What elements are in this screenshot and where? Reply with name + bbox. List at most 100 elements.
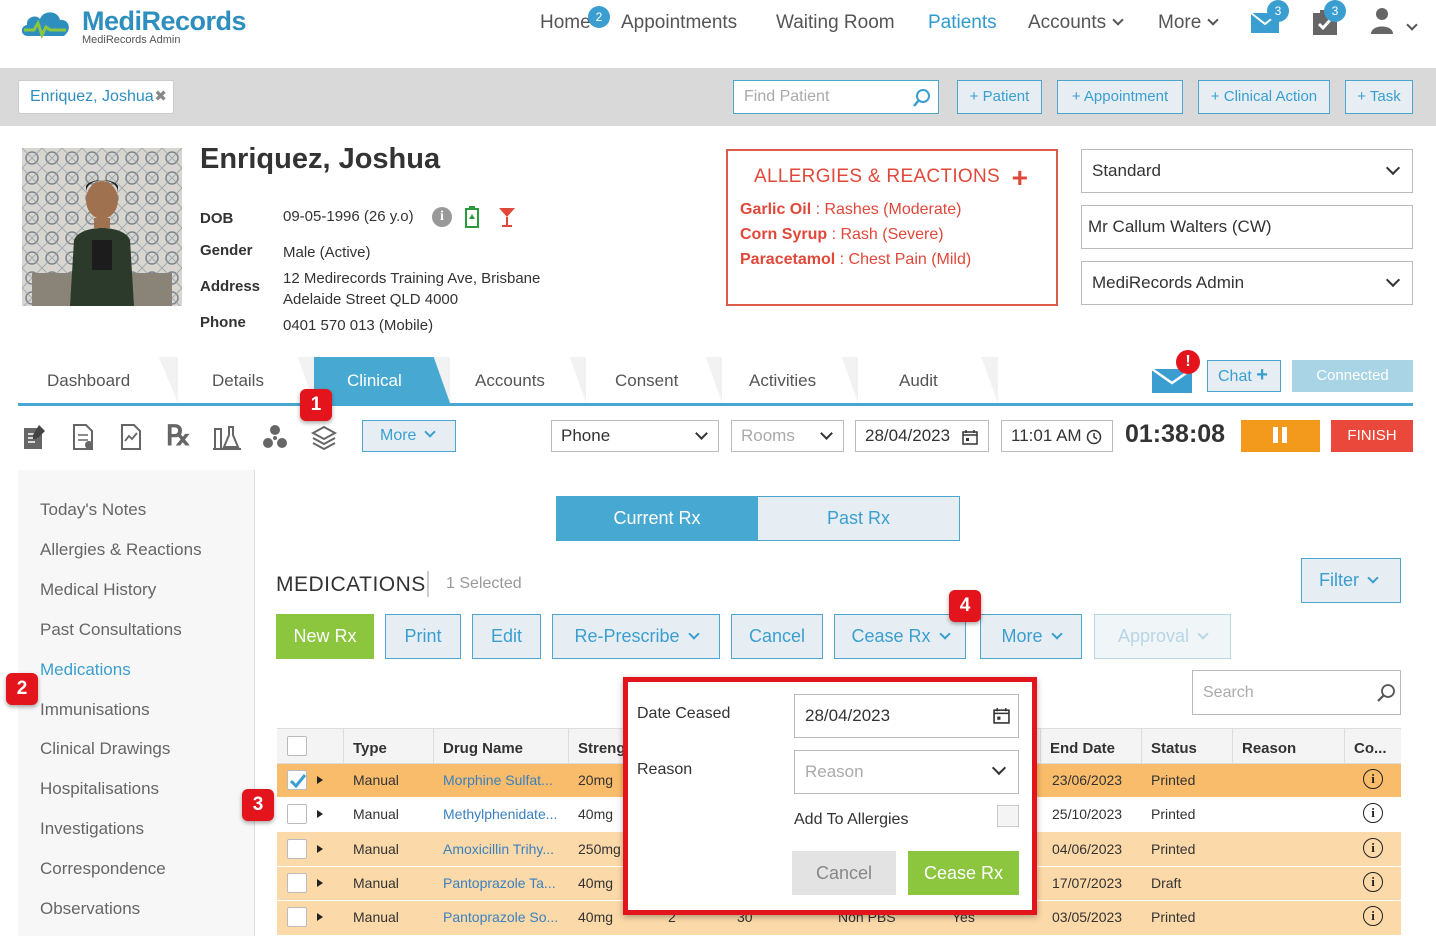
tab-activities[interactable]: Activities — [722, 357, 858, 403]
expand-row-icon[interactable] — [317, 776, 323, 784]
add-clinical-action-button[interactable]: + Clinical Action — [1198, 80, 1330, 114]
approval-button[interactable]: Approval — [1094, 614, 1231, 659]
expand-row-icon[interactable] — [317, 879, 323, 887]
pause-button[interactable] — [1241, 420, 1320, 452]
add-allergy-icon[interactable]: + — [1012, 162, 1028, 194]
report-icon[interactable] — [118, 423, 144, 451]
notes-icon[interactable] — [21, 423, 47, 451]
column-comments[interactable]: Co... — [1354, 740, 1387, 757]
cancel-rx-button[interactable]: Cancel — [731, 614, 823, 659]
user-avatar-icon[interactable] — [1369, 6, 1395, 34]
date-ceased-input[interactable]: 28/04/2023 — [794, 694, 1019, 738]
location-select[interactable]: MediRecords Admin — [1081, 261, 1413, 305]
cell-drug-name[interactable]: Pantoprazole So... — [443, 909, 558, 925]
sidebar-item-immunisations[interactable]: Immunisations — [40, 700, 150, 720]
row-checkbox[interactable] — [287, 804, 307, 824]
close-icon[interactable]: ✖ — [154, 87, 167, 105]
tab-audit[interactable]: Audit — [858, 357, 998, 403]
new-rx-button[interactable]: New Rx — [276, 614, 374, 659]
cell-drug-name[interactable]: Pantoprazole Ta... — [443, 875, 556, 891]
alcohol-icon[interactable] — [497, 206, 517, 228]
calendar-icon[interactable] — [962, 429, 978, 445]
comment-info-icon[interactable]: i — [1363, 803, 1383, 823]
tools-more-button[interactable]: More — [362, 420, 456, 452]
brand-title[interactable]: MediRecords — [82, 6, 247, 37]
consult-date-input[interactable]: 28/04/2023 — [855, 420, 989, 452]
cell-drug-name[interactable]: Amoxicillin Trihy... — [443, 841, 554, 857]
tab-consent[interactable]: Consent — [586, 357, 722, 403]
add-appointment-button[interactable]: + Appointment — [1057, 80, 1183, 114]
practitioner-field[interactable]: Mr Callum Walters (CW) — [1081, 205, 1413, 249]
sidebar-item-medical-history[interactable]: Medical History — [40, 580, 156, 600]
info-icon[interactable]: i — [432, 207, 452, 227]
sidebar-item-past-consultations[interactable]: Past Consultations — [40, 620, 182, 640]
allergy-item[interactable]: Corn Syrup : Rash (Severe) — [740, 226, 944, 244]
finish-button[interactable]: FINISH — [1331, 420, 1413, 452]
filter-button[interactable]: Filter — [1301, 558, 1401, 603]
nav-accounts[interactable]: Accounts — [1028, 12, 1124, 34]
medication-search-input[interactable]: Search — [1192, 670, 1401, 715]
column-drug-name[interactable]: Drug Name — [443, 740, 523, 757]
prescription-icon[interactable]: ℞ — [166, 419, 191, 453]
sidebar-item-medications[interactable]: Medications — [40, 660, 131, 680]
find-patient-input[interactable]: Find Patient — [733, 80, 939, 114]
consult-time-input[interactable]: 11:01 AM — [1001, 420, 1113, 452]
add-to-allergies-checkbox[interactable] — [997, 805, 1019, 827]
sidebar-item-correspondence[interactable]: Correspondence — [40, 859, 166, 879]
cell-drug-name[interactable]: Methylphenidate... — [443, 806, 557, 822]
row-checkbox[interactable] — [287, 839, 307, 859]
billing-type-select[interactable]: Standard — [1081, 149, 1413, 193]
row-checkbox[interactable] — [287, 873, 307, 893]
sidebar-item-allergies[interactable]: Allergies & Reactions — [40, 540, 202, 560]
comment-info-icon[interactable]: i — [1363, 906, 1383, 926]
row-checkbox[interactable] — [287, 770, 307, 790]
expand-row-icon[interactable] — [317, 810, 323, 818]
column-end-date[interactable]: End Date — [1050, 740, 1115, 757]
column-reason[interactable]: Reason — [1242, 740, 1296, 757]
calendar-icon[interactable] — [993, 707, 1010, 724]
edit-button[interactable]: Edit — [472, 614, 541, 659]
search-icon[interactable] — [1376, 683, 1396, 703]
nav-appointments[interactable]: Appointments — [621, 12, 737, 34]
rooms-select[interactable]: Rooms — [731, 420, 844, 452]
tab-details[interactable]: Details — [178, 357, 314, 403]
expand-row-icon[interactable] — [317, 845, 323, 853]
radiation-icon[interactable] — [262, 423, 288, 451]
open-patient-tab[interactable]: Enriquez, Joshua ✖ — [18, 80, 174, 114]
nav-patients[interactable]: Patients — [928, 12, 997, 34]
document-icon[interactable] — [70, 423, 96, 451]
comment-info-icon[interactable]: i — [1363, 872, 1383, 892]
cease-rx-button[interactable]: Cease Rx — [834, 614, 966, 659]
comment-info-icon[interactable]: i — [1363, 838, 1383, 858]
print-button[interactable]: Print — [385, 614, 461, 659]
reason-select[interactable]: Reason — [794, 750, 1019, 794]
lab-icon[interactable] — [211, 423, 243, 451]
allergy-item[interactable]: Garlic Oil : Rashes (Moderate) — [740, 201, 961, 219]
column-status[interactable]: Status — [1151, 740, 1197, 757]
select-all-checkbox[interactable] — [287, 736, 307, 756]
current-rx-toggle[interactable]: Current Rx — [556, 496, 758, 541]
add-task-button[interactable]: + Task — [1345, 80, 1413, 114]
clock-icon[interactable] — [1086, 429, 1102, 445]
sidebar-item-hospitalisations[interactable]: Hospitalisations — [40, 779, 159, 799]
row-checkbox[interactable] — [287, 907, 307, 927]
tab-clinical[interactable]: Clinical — [314, 357, 450, 403]
expand-row-icon[interactable] — [317, 913, 323, 921]
allergy-item[interactable]: Paracetamol : Chest Pain (Mild) — [740, 251, 971, 269]
tab-accounts[interactable]: Accounts — [450, 357, 586, 403]
column-type[interactable]: Type — [353, 740, 387, 757]
consult-mode-select[interactable]: Phone — [551, 420, 719, 452]
add-patient-button[interactable]: + Patient — [957, 80, 1042, 114]
user-menu-chevron-icon[interactable] — [1406, 19, 1418, 31]
sidebar-item-investigations[interactable]: Investigations — [40, 819, 144, 839]
comment-info-icon[interactable]: i — [1363, 769, 1383, 789]
cell-drug-name[interactable]: Morphine Sulfat... — [443, 772, 553, 788]
past-rx-toggle[interactable]: Past Rx — [757, 496, 960, 541]
layers-icon[interactable] — [311, 423, 337, 451]
nav-home[interactable]: Home — [540, 12, 591, 34]
nav-more[interactable]: More — [1158, 12, 1219, 34]
connected-status-button[interactable]: Connected — [1292, 360, 1413, 392]
tab-dashboard[interactable]: Dashboard — [18, 357, 178, 403]
sidebar-item-todays-notes[interactable]: Today's Notes — [40, 500, 146, 520]
popup-cease-rx-button[interactable]: Cease Rx — [908, 851, 1019, 895]
